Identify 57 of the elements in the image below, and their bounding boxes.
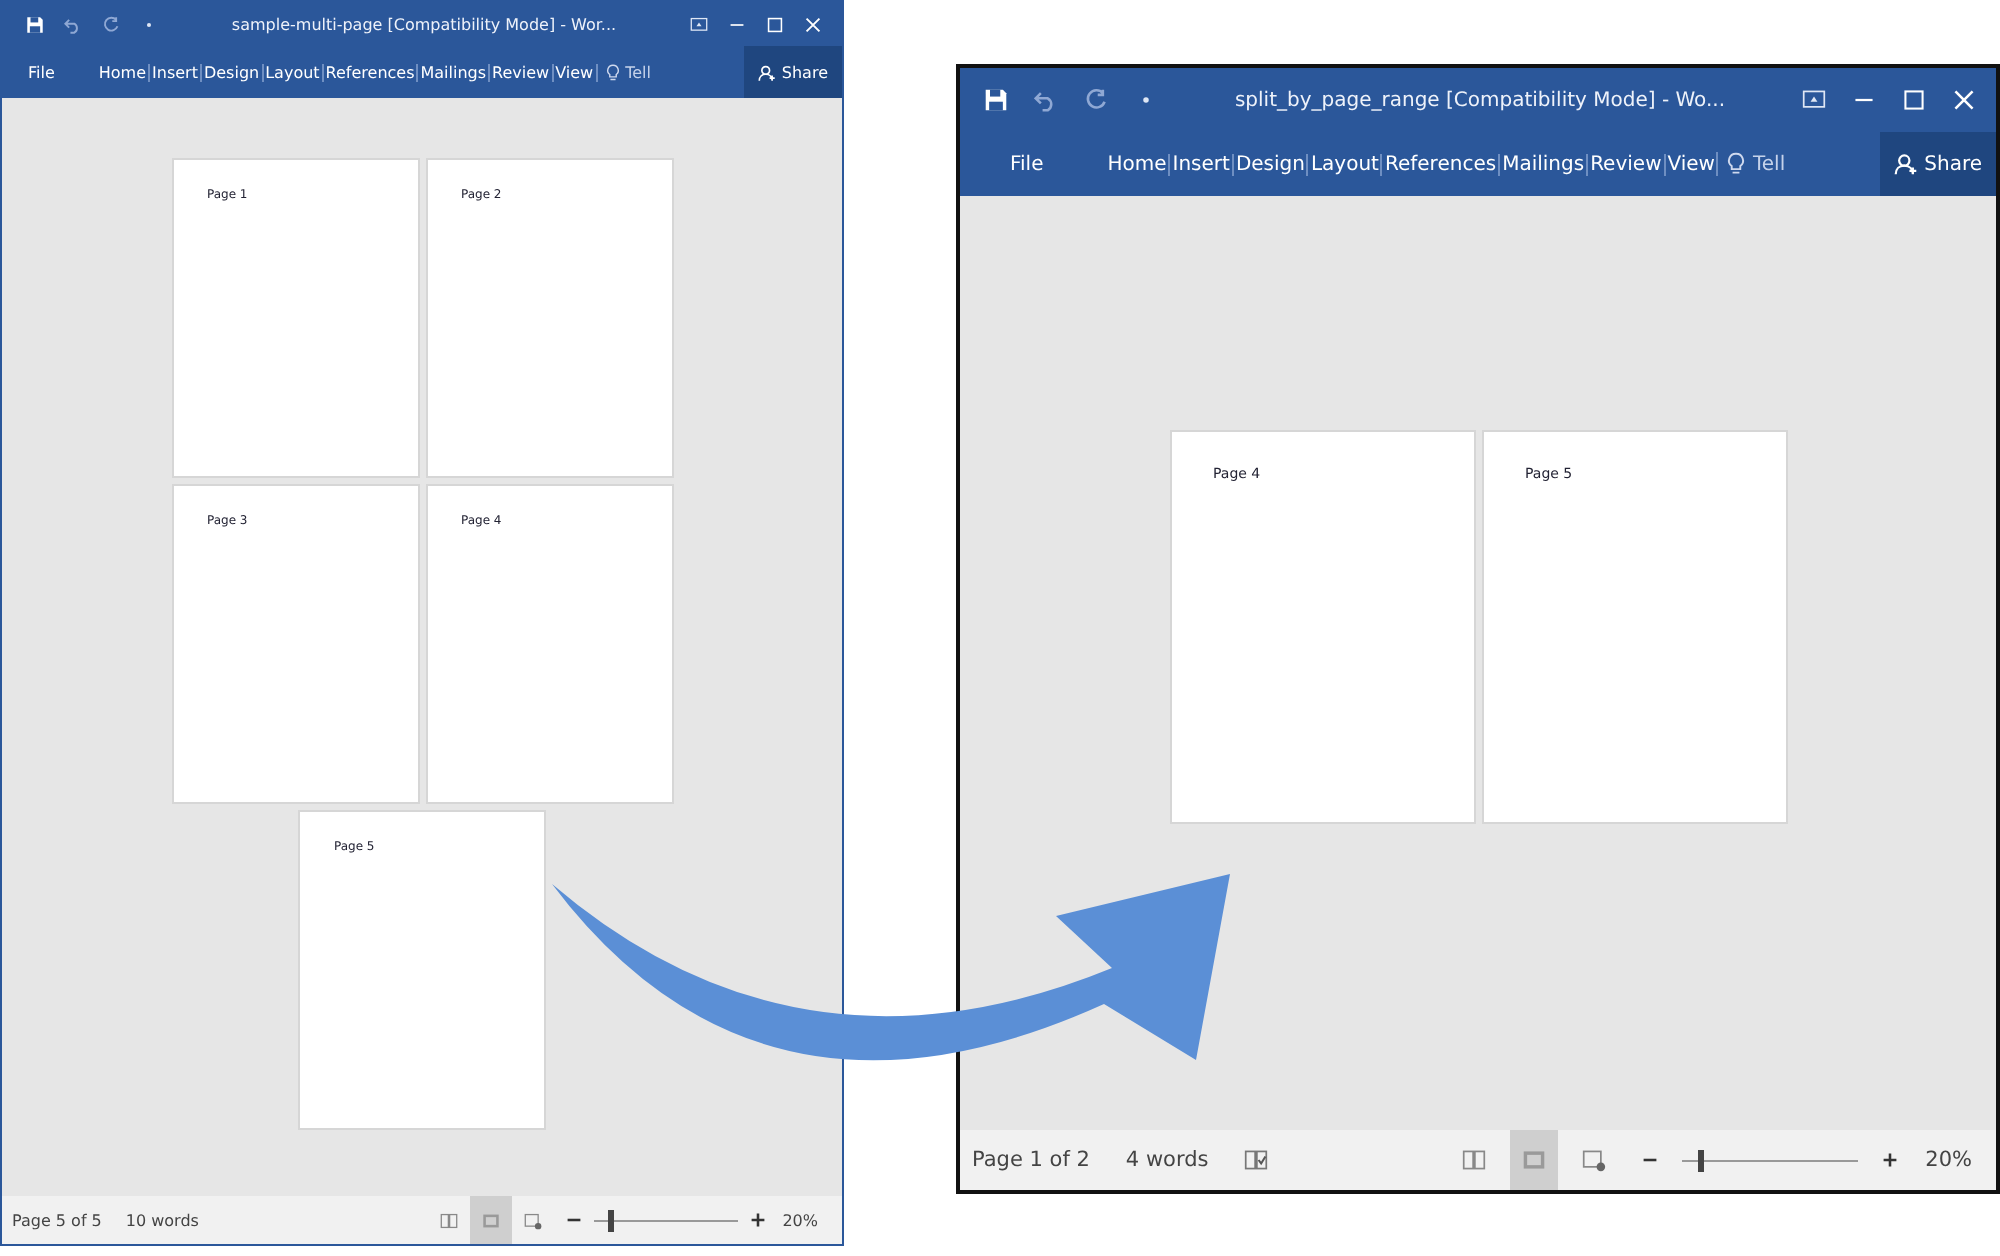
tell-me-search[interactable]: Tell bbox=[625, 63, 651, 81]
ribbon-tab[interactable]: View bbox=[551, 63, 596, 81]
file-tab[interactable]: File bbox=[26, 63, 57, 81]
maximize-icon[interactable] bbox=[766, 15, 784, 33]
proofing-icon[interactable] bbox=[1244, 1148, 1269, 1172]
tell-me-search[interactable]: Tell bbox=[1752, 153, 1786, 175]
close-icon[interactable] bbox=[1952, 88, 1976, 112]
word-count[interactable]: 4 words bbox=[1125, 1148, 1209, 1172]
window-title: split_by_page_range [Compatibility Mode] - Wo... bbox=[1232, 89, 1728, 111]
window-title: sample-multi-page [Compatibility Mode] - Wor... bbox=[229, 15, 619, 33]
lightbulb-icon[interactable] bbox=[1724, 152, 1749, 176]
print-layout-icon bbox=[482, 1211, 501, 1229]
close-icon[interactable] bbox=[804, 15, 822, 33]
save-icon[interactable] bbox=[984, 88, 1008, 112]
web-layout-icon bbox=[524, 1211, 543, 1229]
undo-icon[interactable] bbox=[1034, 88, 1058, 112]
maximize-icon[interactable] bbox=[1902, 88, 1926, 112]
web-layout-icon bbox=[1581, 1148, 1606, 1172]
ribbon-tab[interactable]: Design bbox=[1231, 153, 1307, 175]
read-mode-icon bbox=[1461, 1148, 1486, 1172]
file-tab[interactable]: File bbox=[1008, 153, 1046, 175]
ribbon-tab[interactable]: Home bbox=[1105, 153, 1169, 175]
ribbon-tab[interactable]: References bbox=[1380, 153, 1499, 175]
ribbon-tab[interactable]: Review bbox=[488, 63, 552, 81]
page-count[interactable]: Page 1 of 2 bbox=[972, 1148, 1090, 1172]
share-button[interactable]: Share bbox=[743, 46, 842, 98]
plus-icon[interactable] bbox=[1881, 1152, 1898, 1168]
ribbon-display-icon[interactable] bbox=[1802, 88, 1826, 112]
lightbulb-icon[interactable] bbox=[603, 63, 622, 81]
redo-icon[interactable] bbox=[102, 15, 120, 33]
save-icon[interactable] bbox=[26, 15, 44, 33]
share-button[interactable]: Share bbox=[1880, 132, 1996, 196]
ribbon-tab[interactable]: Insert bbox=[148, 63, 200, 81]
ribbon-tab[interactable]: Home bbox=[96, 63, 149, 81]
ribbon-tab[interactable]: Insert bbox=[1168, 153, 1232, 175]
print-layout-icon bbox=[1521, 1148, 1546, 1172]
slider-thumb[interactable] bbox=[608, 1209, 615, 1231]
undo-icon[interactable] bbox=[64, 15, 82, 33]
person-icon bbox=[1894, 152, 1919, 176]
read-mode-icon bbox=[440, 1211, 459, 1229]
slider-thumb[interactable] bbox=[1698, 1149, 1705, 1171]
ribbon-tab[interactable]: View bbox=[1663, 153, 1717, 175]
zoom-level[interactable]: 20% bbox=[1925, 1148, 1972, 1172]
person-icon bbox=[757, 63, 776, 81]
ribbon-tab[interactable]: Layout bbox=[261, 63, 322, 81]
ribbon-tab[interactable]: Design bbox=[199, 63, 262, 81]
ribbon-tab[interactable]: Mailings bbox=[416, 63, 489, 81]
word-count[interactable]: 10 words bbox=[125, 1211, 199, 1229]
page-count[interactable]: Page 5 of 5 bbox=[12, 1211, 102, 1229]
redo-icon[interactable] bbox=[1084, 88, 1108, 112]
ribbon-tab[interactable]: References bbox=[321, 63, 417, 81]
plus-icon[interactable] bbox=[750, 1212, 767, 1228]
ribbon-tab[interactable]: Mailings bbox=[1498, 153, 1587, 175]
ribbon-display-icon[interactable] bbox=[690, 15, 708, 33]
ribbon-tab[interactable]: Layout bbox=[1306, 153, 1381, 175]
ribbon-tab[interactable]: Review bbox=[1586, 153, 1664, 175]
zoom-level[interactable]: 20% bbox=[782, 1211, 818, 1229]
